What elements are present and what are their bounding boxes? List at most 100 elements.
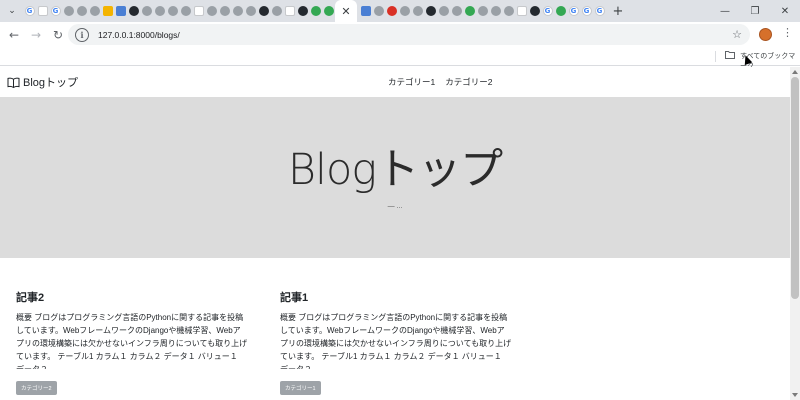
- new-tab-button[interactable]: +: [609, 2, 627, 20]
- browser-tab[interactable]: G: [593, 0, 606, 22]
- browser-tab[interactable]: [101, 0, 114, 22]
- chevron-down-icon: ⌄: [8, 6, 16, 16]
- green-favicon-icon: [555, 6, 566, 16]
- restore-icon[interactable]: ❐: [740, 0, 770, 22]
- gray-favicon-icon: [451, 6, 462, 16]
- browser-tab[interactable]: G: [49, 0, 62, 22]
- dark-favicon-icon: [529, 6, 540, 16]
- browser-tab[interactable]: [424, 0, 437, 22]
- post-title[interactable]: 記事2: [16, 289, 248, 305]
- browser-tab[interactable]: [140, 0, 153, 22]
- tab-list: GG: [23, 0, 335, 22]
- browser-tab[interactable]: [153, 0, 166, 22]
- brand-link[interactable]: Blogトップ: [7, 74, 78, 90]
- scroll-down-arrow-icon[interactable]: [792, 393, 798, 397]
- browser-tab[interactable]: [385, 0, 398, 22]
- browser-tab[interactable]: [502, 0, 515, 22]
- browser-tab[interactable]: [205, 0, 218, 22]
- browser-tab[interactable]: [309, 0, 322, 22]
- tab-list-after: GGGG: [359, 0, 606, 22]
- close-window-icon[interactable]: ✕: [770, 0, 800, 22]
- bookmark-separator: [715, 51, 716, 62]
- browser-tab[interactable]: G: [541, 0, 554, 22]
- close-icon[interactable]: ✕: [341, 5, 350, 18]
- white-favicon-icon: [284, 6, 295, 16]
- browser-tab[interactable]: G: [567, 0, 580, 22]
- nav-category-2[interactable]: カテゴリー2: [445, 76, 492, 88]
- gray-favicon-icon: [503, 6, 514, 16]
- scroll-thumb[interactable]: [791, 77, 799, 299]
- reload-icon: ↻: [52, 27, 64, 42]
- address-bar[interactable]: i 127.0.0.1:8000/blogs/ ☆: [68, 24, 750, 45]
- profile-avatar[interactable]: [759, 28, 772, 41]
- forward-button[interactable]: →: [25, 24, 47, 46]
- browser-tab[interactable]: [476, 0, 489, 22]
- minimize-icon[interactable]: —: [710, 0, 740, 22]
- browser-tab[interactable]: [554, 0, 567, 22]
- active-tab[interactable]: ✕: [335, 0, 357, 22]
- translate-favicon-icon: [360, 6, 371, 16]
- address-url[interactable]: 127.0.0.1:8000/blogs/: [98, 30, 180, 40]
- browser-tab[interactable]: [166, 0, 179, 22]
- browser-tab[interactable]: [179, 0, 192, 22]
- browser-tab[interactable]: [359, 0, 372, 22]
- page-scrollbar[interactable]: [790, 67, 800, 400]
- page-viewport: Blogトップ カテゴリー1 カテゴリー2 Blogトップ — ... 記事2 …: [0, 67, 790, 400]
- reload-button[interactable]: ↻: [47, 24, 69, 46]
- browser-tab[interactable]: [218, 0, 231, 22]
- browser-tab[interactable]: [463, 0, 476, 22]
- browser-tab[interactable]: [411, 0, 424, 22]
- browser-tab[interactable]: [88, 0, 101, 22]
- browser-tab[interactable]: [322, 0, 335, 22]
- scroll-up-arrow-icon[interactable]: [792, 70, 798, 74]
- sparkle-favicon-icon: [516, 6, 527, 16]
- gray-favicon-icon: [154, 6, 165, 16]
- browser-tab[interactable]: [244, 0, 257, 22]
- g-favicon-icon: G: [24, 6, 35, 16]
- category-badge[interactable]: カテゴリー1: [280, 381, 321, 395]
- post-title[interactable]: 記事1: [280, 289, 512, 305]
- translate-favicon-icon: [115, 6, 126, 16]
- tab-search-button[interactable]: ⌄: [3, 2, 21, 20]
- browser-tab[interactable]: [296, 0, 309, 22]
- browser-tab[interactable]: [283, 0, 296, 22]
- browser-tab[interactable]: [450, 0, 463, 22]
- doc-favicon-icon: [193, 6, 204, 16]
- gray-favicon-icon: [219, 6, 230, 16]
- gray-favicon-icon: [89, 6, 100, 16]
- browser-tab[interactable]: [114, 0, 127, 22]
- browser-tab[interactable]: G: [580, 0, 593, 22]
- browser-tab[interactable]: [75, 0, 88, 22]
- browser-tab[interactable]: [62, 0, 75, 22]
- kebab-menu-icon[interactable]: ⋮: [782, 26, 793, 39]
- browser-tab[interactable]: [270, 0, 283, 22]
- github-favicon-icon: [297, 6, 308, 16]
- post-card: 記事1 概要 ブログはプログラミング言語のPythonに関する記事を投稿していま…: [280, 289, 512, 395]
- person-favicon-icon: [258, 6, 269, 16]
- star-icon[interactable]: ☆: [732, 28, 742, 41]
- browser-tab[interactable]: [192, 0, 205, 22]
- gray-favicon-icon: [271, 6, 282, 16]
- nav-category-1[interactable]: カテゴリー1: [388, 76, 435, 88]
- browser-tab[interactable]: G: [23, 0, 36, 22]
- browser-tab[interactable]: [127, 0, 140, 22]
- info-icon[interactable]: i: [75, 27, 89, 42]
- brand-text: Blogトップ: [23, 77, 79, 89]
- browser-tab[interactable]: [528, 0, 541, 22]
- browser-tab[interactable]: [398, 0, 411, 22]
- browser-tab[interactable]: [36, 0, 49, 22]
- browser-tab[interactable]: [231, 0, 244, 22]
- post-excerpt: 概要 ブログはプログラミング言語のPythonに関する記事を投稿しています。We…: [280, 313, 512, 369]
- folder-icon[interactable]: [725, 50, 735, 62]
- g-favicon-icon: G: [50, 6, 61, 16]
- category-badge[interactable]: カテゴリー2: [16, 381, 57, 395]
- arrow-left-icon: ←: [8, 27, 20, 42]
- gray-favicon-icon: [399, 6, 410, 16]
- browser-tab[interactable]: [437, 0, 450, 22]
- browser-tab[interactable]: [489, 0, 502, 22]
- browser-tab[interactable]: [257, 0, 270, 22]
- browser-tab[interactable]: [515, 0, 528, 22]
- browser-tab[interactable]: [372, 0, 385, 22]
- tab-strip: ⌄ GG ✕ GGGG + — ❐ ✕: [0, 0, 800, 22]
- back-button[interactable]: ←: [3, 24, 25, 46]
